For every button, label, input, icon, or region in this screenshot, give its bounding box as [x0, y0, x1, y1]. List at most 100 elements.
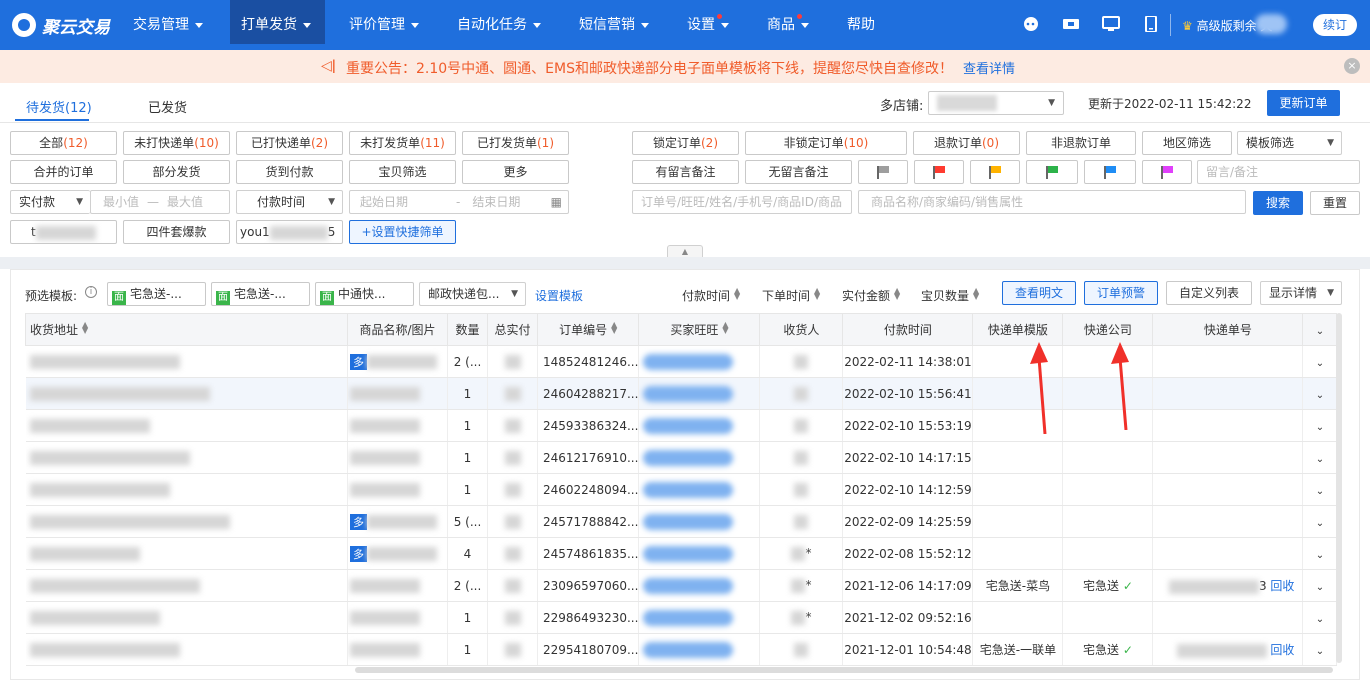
row-expand-cell[interactable]: ⌄ — [1302, 537, 1338, 570]
buyer-cell[interactable] — [638, 505, 761, 538]
order-no-cell[interactable]: 14852481246... — [537, 345, 640, 378]
row-expand-cell[interactable]: ⌄ — [1302, 377, 1338, 410]
goods-cell[interactable]: 多 — [347, 537, 448, 570]
goods-search-input[interactable]: 商品名称/商家编码/销售属性 — [858, 190, 1246, 214]
collapse-filters-button[interactable]: ▲ — [667, 245, 703, 257]
buyer-cell[interactable] — [638, 601, 761, 634]
filter-printed-express[interactable]: 已打快递单(2) — [236, 131, 343, 155]
col-address[interactable]: 收货地址 ▲ ▼ — [25, 313, 348, 346]
buyer-cell[interactable] — [638, 409, 761, 442]
renew-button[interactable]: 续订 — [1313, 14, 1357, 36]
template-chip-3[interactable]: 面中通快... — [315, 282, 414, 306]
filter-printed-invoice[interactable]: 已打发货单(1) — [462, 131, 569, 155]
order-no-cell[interactable]: 24571788842... — [537, 505, 640, 538]
filter-region[interactable]: 地区筛选 — [1142, 131, 1232, 155]
reset-button[interactable]: 重置 — [1310, 191, 1360, 215]
sort-pay-time[interactable]: 付款时间 ▲ ▼ — [682, 287, 740, 304]
filter-cod[interactable]: 货到付款 — [236, 160, 343, 184]
memo-input[interactable]: 留言/备注 — [1197, 160, 1360, 184]
table-row[interactable]: 1 22954180709... 2021-12-01 10:54:48 宅急送-一联… — [25, 633, 1338, 666]
goods-cell[interactable]: 多 — [347, 345, 448, 378]
goods-cell[interactable] — [347, 441, 448, 474]
filter-unprinted-express[interactable]: 未打快递单(10) — [123, 131, 230, 155]
nav-review[interactable]: 评价管理 — [349, 0, 419, 44]
nav-goods[interactable]: 商品 — [767, 0, 809, 44]
recover-link[interactable]: 回收 — [1270, 643, 1294, 657]
filter-merged[interactable]: 合并的订单 — [10, 160, 117, 184]
table-row[interactable]: 1 22986493230... * 2021-12-02 09:52:16 ⌄ — [25, 601, 1338, 634]
nav-settings[interactable]: 设置 — [687, 0, 729, 44]
goods-cell[interactable]: 多 — [347, 505, 448, 538]
row-expand-cell[interactable]: ⌄ — [1302, 569, 1338, 602]
goods-cell[interactable] — [347, 601, 448, 634]
goods-cell[interactable] — [347, 473, 448, 506]
table-row[interactable]: 2 (... 23096597060... * 2021-12-06 14:17:09… — [25, 569, 1338, 602]
template-chip-1[interactable]: 面宅急送-... — [107, 282, 206, 306]
filter-refund[interactable]: 退款订单(0) — [913, 131, 1020, 155]
col-qty[interactable]: 数量 — [447, 313, 488, 346]
table-row[interactable]: 1 24612176910... 2022-02-10 14:17:15 ⌄ — [25, 441, 1338, 474]
ticket-icon[interactable] — [1062, 16, 1080, 32]
announcement-details-link[interactable]: 查看详情 — [963, 58, 1015, 77]
custom-columns-button[interactable]: 自定义列表 — [1166, 281, 1252, 305]
order-no-cell[interactable]: 24604288217... — [537, 377, 640, 410]
set-quick-filter-button[interactable]: +设置快捷筛单 — [349, 220, 456, 244]
flag-blue-button[interactable] — [1084, 160, 1136, 184]
tab-shipped[interactable]: 已发货 — [148, 97, 187, 116]
filter-non-refund[interactable]: 非退款订单 — [1026, 131, 1136, 155]
filter-unlocked[interactable]: 非锁定订单(10) — [745, 131, 907, 155]
table-row[interactable]: 多 5 (... 24571788842... 2022-02-09 14:25:59… — [25, 505, 1338, 538]
monitor-icon[interactable] — [1102, 16, 1120, 32]
buyer-cell[interactable] — [638, 569, 761, 602]
tab-pending[interactable]: 待发货(12) — [26, 97, 92, 116]
filter-locked[interactable]: 锁定订单(2) — [632, 131, 739, 155]
pay-amount-select[interactable]: 实付款 ▼ — [10, 190, 90, 214]
filter-no-memo[interactable]: 无留言备注 — [745, 160, 852, 184]
col-express-company[interactable]: 快递公司 — [1062, 313, 1154, 346]
filter-all[interactable]: 全部(12) — [10, 131, 117, 155]
vertical-scrollbar[interactable] — [1336, 313, 1342, 663]
close-icon[interactable]: × — [1344, 58, 1360, 74]
horizontal-scrollbar[interactable] — [355, 667, 1333, 673]
col-express-template[interactable]: 快递单模版 — [972, 313, 1064, 346]
row-expand-cell[interactable]: ⌄ — [1302, 441, 1338, 474]
store-select[interactable]: ▼ — [928, 91, 1064, 115]
row-expand-cell[interactable]: ⌄ — [1302, 409, 1338, 442]
order-alert-button[interactable]: 订单预警 — [1084, 281, 1158, 305]
flag-red-button[interactable] — [914, 160, 964, 184]
nav-help[interactable]: 帮助 — [847, 0, 875, 44]
order-no-cell[interactable]: 24612176910... — [537, 441, 640, 474]
goods-cell[interactable] — [347, 409, 448, 442]
sort-order-time[interactable]: 下单时间 ▲ ▼ — [762, 287, 820, 304]
goods-cell[interactable] — [347, 569, 448, 602]
filter-more[interactable]: 更多 — [462, 160, 569, 184]
buyer-cell[interactable] — [638, 345, 761, 378]
col-goods[interactable]: 商品名称/图片 — [347, 313, 448, 346]
sort-quantity[interactable]: 宝贝数量 ▲ ▼ — [921, 287, 979, 304]
flag-gray-button[interactable] — [858, 160, 908, 184]
quick-filter-3[interactable]: you1 5 — [236, 220, 343, 244]
buyer-cell[interactable] — [638, 633, 761, 666]
row-expand-cell[interactable]: ⌄ — [1302, 473, 1338, 506]
show-detail-select[interactable]: 显示详情 ▼ — [1260, 281, 1342, 305]
col-buyer[interactable]: 买家旺旺 ▲ ▼ — [638, 313, 761, 346]
order-no-cell[interactable]: 22986493230... — [537, 601, 640, 634]
nav-print-ship[interactable]: 打单发货 — [230, 0, 325, 44]
set-template-link[interactable]: 设置模板 — [535, 287, 583, 304]
row-expand-cell[interactable]: ⌄ — [1302, 601, 1338, 634]
table-row[interactable]: 多 4 24574861835... * 2022-02-08 15:52:12 ⌄ — [25, 537, 1338, 570]
chat-icon[interactable] — [1022, 16, 1040, 32]
update-orders-button[interactable]: 更新订单 — [1267, 90, 1340, 116]
col-expand[interactable]: ⌄ — [1302, 313, 1338, 346]
order-no-cell[interactable]: 24593386324... — [537, 409, 640, 442]
flag-yellow-button[interactable] — [970, 160, 1020, 184]
buyer-cell[interactable] — [638, 537, 761, 570]
buyer-cell[interactable] — [638, 377, 761, 410]
nav-trade[interactable]: 交易管理 — [133, 0, 203, 44]
buyer-cell[interactable] — [638, 473, 761, 506]
goods-cell[interactable] — [347, 377, 448, 410]
quick-filter-2[interactable]: 四件套爆款 — [123, 220, 230, 244]
sort-amount[interactable]: 实付金额 ▲ ▼ — [842, 287, 900, 304]
order-no-cell[interactable]: 24602248094... — [537, 473, 640, 506]
col-total[interactable]: 总实付 — [487, 313, 538, 346]
